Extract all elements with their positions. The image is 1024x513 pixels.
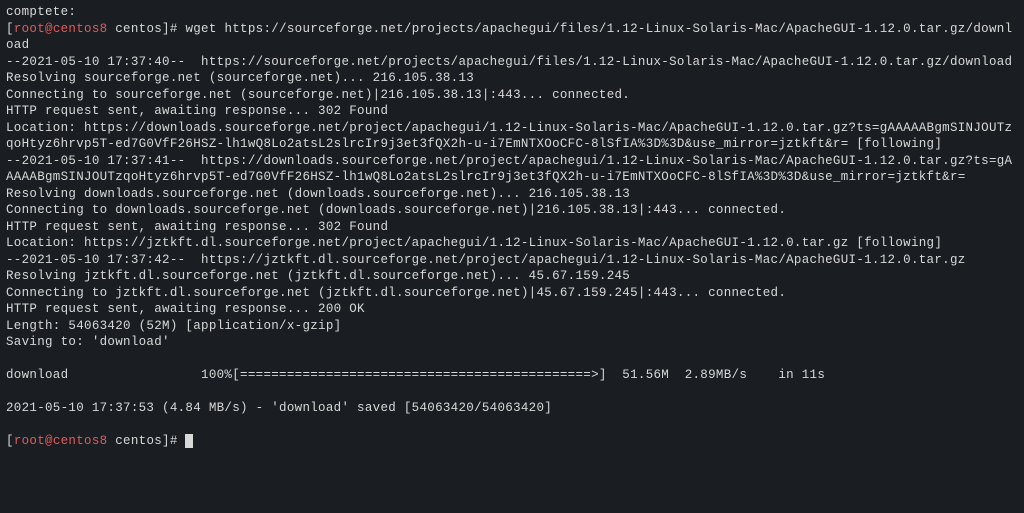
cursor[interactable] [185,434,193,448]
output-line: 2021-05-10 17:37:53 (4.84 MB/s) - 'downl… [6,401,552,415]
shell-prompt: [root@centos8 centos]# [6,22,185,36]
terminal-output[interactable]: comptete: [root@centos8 centos]# wget ht… [0,0,1024,454]
output-line: --2021-05-10 17:37:41-- https://download… [6,154,1012,185]
output-line: Location: https://downloads.sourceforge.… [6,121,1012,152]
output-line: Connecting to jztkft.dl.sourceforge.net … [6,286,786,300]
output-line: Connecting to downloads.sourceforge.net … [6,203,786,217]
output-line: Resolving jztkft.dl.sourceforge.net (jzt… [6,269,630,283]
output-line: --2021-05-10 17:37:42-- https://jztkft.d… [6,253,966,267]
output-line: Connecting to sourceforge.net (sourcefor… [6,88,630,102]
user-host: root@centos8 [14,22,108,36]
output-line: Location: https://jztkft.dl.sourceforge.… [6,236,942,250]
output-line: Resolving sourceforge.net (sourceforge.n… [6,71,474,85]
output-line: HTTP request sent, awaiting response... … [6,302,365,316]
output-line: download 100%[==========================… [6,368,825,382]
output-line: Resolving downloads.sourceforge.net (dow… [6,187,630,201]
output-line: HTTP request sent, awaiting response... … [6,220,388,234]
output-line: --2021-05-10 17:37:40-- https://sourcefo… [6,55,1012,69]
output-line: HTTP request sent, awaiting response... … [6,104,388,118]
user-host: root@centos8 [14,434,108,448]
partial-top-line: comptete: [6,5,76,19]
output-line: Saving to: 'download' [6,335,170,349]
shell-prompt: [root@centos8 centos]# [6,434,185,448]
output-line: Length: 54063420 (52M) [application/x-gz… [6,319,341,333]
